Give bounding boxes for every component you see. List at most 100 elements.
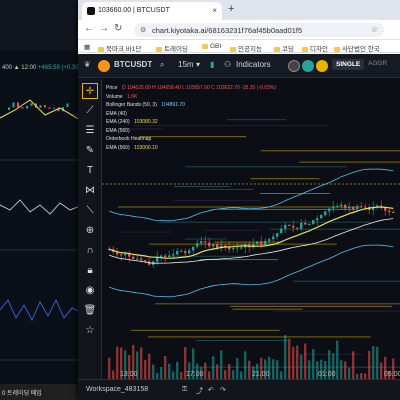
volume-bar (176, 361, 179, 379)
text-icon[interactable]: T (82, 163, 98, 179)
browser-tab[interactable]: 103660.00 | BTCUSDT × (82, 2, 222, 20)
trend-line-icon[interactable]: ⟋ (82, 103, 98, 119)
heatmap-streak (158, 221, 371, 223)
volume-bar (216, 364, 219, 379)
volume-bar (236, 358, 239, 379)
legend-row[interactable]: Bollinger Bands (50, 3) 104891.70 (106, 101, 276, 110)
candle-body (276, 233, 279, 237)
bookmark-folder[interactable]: 북마크 바1단 (98, 43, 141, 52)
legend-row[interactable]: EMA (560) 103000.10 (106, 144, 276, 153)
taskbar: 0 트레이딩 매입 (0, 384, 80, 400)
volume-bar (312, 349, 315, 379)
background-chart (0, 99, 80, 361)
volume-bar (208, 371, 211, 379)
new-tab-button[interactable]: + (228, 3, 234, 15)
crosshair-icon[interactable]: ✛ (82, 83, 98, 99)
volume-bar (108, 357, 111, 379)
reload-icon[interactable]: ↻ (114, 23, 122, 34)
brush-icon[interactable]: ✎ (82, 143, 98, 159)
legend-row[interactable]: Price O 104625.60 H 104658.40 L 103657.0… (106, 84, 276, 93)
candle-body (192, 246, 195, 251)
candle-type-icon[interactable]: ▮ (210, 60, 214, 69)
undo-icon[interactable]: ↶ (208, 386, 214, 394)
layout-single-button[interactable]: SINGLE (332, 59, 365, 70)
candle-body (284, 225, 287, 229)
bookmark-star-icon[interactable]: ☆ (371, 25, 378, 34)
trash-icon[interactable]: 🗑︎ (82, 303, 98, 319)
share-icon[interactable]: ⤴ (196, 386, 203, 396)
pattern-icon[interactable]: ⋈ (82, 183, 98, 199)
site-info-icon[interactable]: ⚙ (140, 26, 146, 34)
chevron-down-icon[interactable]: ▾ (196, 60, 200, 69)
volume-bar (204, 362, 207, 379)
candle-body (328, 208, 331, 212)
volume-bar (212, 356, 215, 379)
taskbar-item[interactable]: 트레이딩 매입 (7, 391, 42, 397)
indicator-legend: Price O 104625.60 H 104658.40 L 103657.0… (106, 84, 276, 152)
bookmark-folder[interactable]: 코딩 (274, 43, 294, 52)
candle-body (280, 228, 283, 234)
candle-body (188, 250, 191, 254)
heatmap-streak (273, 310, 400, 312)
ruler-icon[interactable]: ⟍ (82, 203, 98, 219)
bookmark-apps-icon[interactable]: ▦ (84, 43, 90, 51)
drawing-tools-sidebar: ✛ ⟋ ☰ ✎ T ⋈ ⟍ ⊕ ∩ 🔒︎ ◉ 🗑︎ ☆ (78, 79, 102, 379)
legend-row[interactable]: Volume 1.6K (106, 93, 276, 102)
url-field[interactable]: ⚙ chart.kiyotaka.ai/68163231f76af45b0aad… (134, 23, 384, 37)
candle-body (180, 250, 183, 252)
folder-icon (334, 47, 340, 52)
close-tab-icon[interactable]: × (212, 6, 217, 15)
heatmap-streak (173, 199, 261, 201)
zoom-icon[interactable]: ⊕ (82, 223, 98, 239)
magnet-icon[interactable]: ∩ (82, 243, 98, 259)
browser-window: 103660.00 | BTCUSDT × + ← → ↻ ⚙ chart.ki… (78, 0, 400, 400)
heatmap-streak (117, 206, 362, 208)
indicators-icon[interactable]: ⚇ (224, 60, 231, 69)
volume-bar (380, 362, 383, 379)
volume-bar (240, 371, 243, 379)
symbol-selector[interactable]: BTCUSDT (114, 60, 152, 69)
bookmark-folder[interactable]: 사단법인 한국 (334, 43, 380, 52)
bookmark-folder[interactable]: 디자인 (302, 43, 328, 52)
bookmark-folder[interactable]: GBI (202, 43, 221, 50)
url-text: chart.kiyotaka.ai/68163231f76af45b0aad01… (152, 26, 303, 35)
lock-icon[interactable]: ⚿ (182, 386, 187, 394)
help-icon[interactable] (288, 60, 300, 72)
volume-bar (280, 371, 283, 379)
time-label: 21:00 (252, 371, 270, 378)
legend-row[interactable]: EMA (560) (106, 127, 276, 136)
heatmap-streak (173, 185, 231, 187)
mini-candle (44, 105, 46, 108)
workspace-name[interactable]: Workspace_483158 (86, 386, 148, 393)
volume-bar (116, 346, 119, 379)
fib-icon[interactable]: ☰ (82, 123, 98, 139)
status-yellow-icon[interactable] (316, 60, 328, 72)
indicators-button[interactable]: Indicators (236, 60, 271, 69)
star-icon[interactable]: ☆ (82, 323, 98, 339)
logo-icon: ❦ (84, 60, 91, 69)
status-green-icon[interactable] (302, 60, 314, 72)
heatmap-streak (214, 241, 280, 243)
heatmap-streak (260, 150, 400, 152)
back-icon[interactable]: ← (84, 23, 94, 34)
volume-bar (292, 346, 295, 379)
legend-row[interactable]: EMA (240) 103080.32 (106, 118, 276, 127)
folder-icon (202, 44, 208, 49)
volume-bar (248, 360, 251, 379)
candle-body (216, 244, 219, 249)
redo-icon[interactable]: ↷ (220, 386, 226, 394)
timeframe-selector[interactable]: 15m (178, 60, 194, 69)
layout-option[interactable]: AGGR (368, 60, 387, 67)
bookmark-folder[interactable]: 인공지능 (230, 43, 262, 52)
eye-icon[interactable]: ◉ (82, 283, 98, 299)
volume-bar (348, 367, 351, 379)
forward-icon[interactable]: → (99, 23, 109, 34)
lock-icon[interactable]: 🔒︎ (82, 263, 98, 279)
bookmark-folder[interactable]: 트레이딩 (156, 43, 188, 52)
search-icon[interactable]: ⌕ (160, 60, 164, 70)
mini-candle (39, 105, 42, 108)
legend-row[interactable]: EMA (40) (106, 110, 276, 119)
legend-row[interactable]: Orderbook Heatmap (106, 135, 276, 144)
address-bar-row: ← → ↻ ⚙ chart.kiyotaka.ai/68163231f76af4… (78, 20, 400, 40)
candle-body (132, 256, 135, 259)
